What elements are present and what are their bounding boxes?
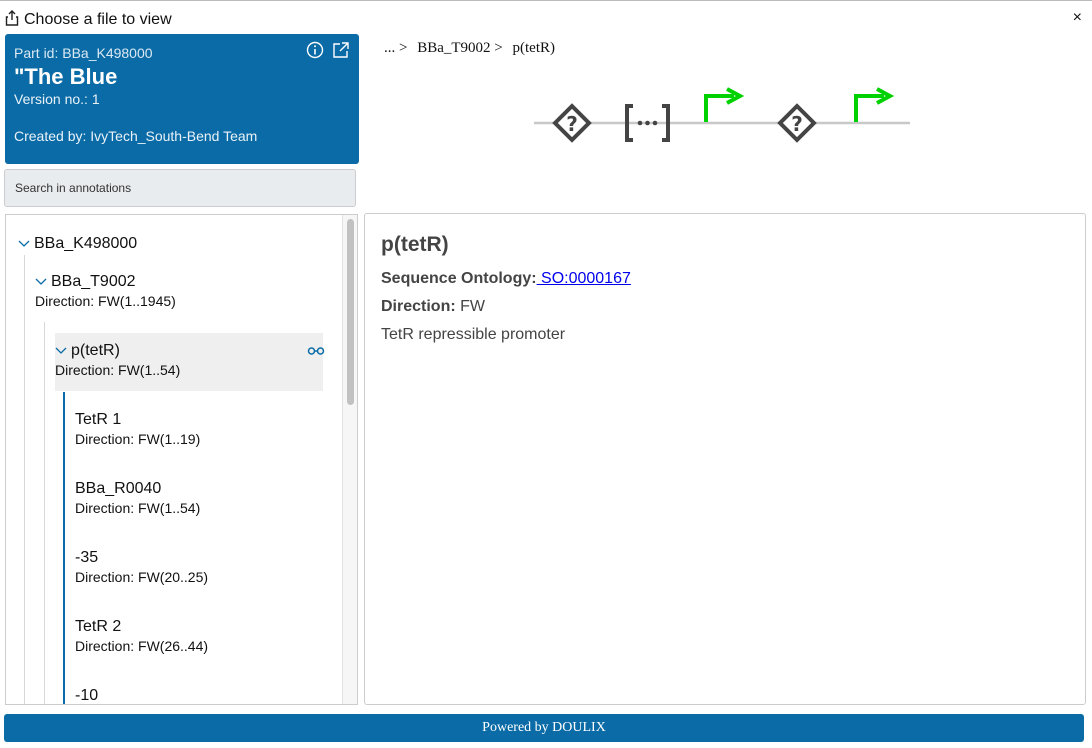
breadcrumb-item[interactable]: p(tetR) bbox=[513, 40, 556, 56]
promoter-icon[interactable] bbox=[704, 87, 745, 122]
tree-node-selected[interactable]: p(tetR) Direction: FW(1..54) bbox=[55, 342, 180, 378]
share-icon[interactable] bbox=[5, 10, 19, 26]
part-version: Version no.: 1 bbox=[14, 91, 100, 107]
tree-node-child[interactable]: BBa_T9002 Direction: FW(1..1945) bbox=[35, 273, 176, 309]
chevron-down-icon[interactable] bbox=[35, 278, 47, 286]
tree-node-root[interactable]: BBa_K498000 bbox=[18, 235, 137, 253]
tree-subitem[interactable]: TetR 1 Direction: FW(1..19) bbox=[75, 411, 200, 447]
detail-title: p(tetR) bbox=[381, 233, 449, 256]
breadcrumb-item[interactable]: BBa_T9002 > bbox=[417, 40, 503, 56]
detail-panel: p(tetR) Sequence Ontology: SO:0000167 Di… bbox=[364, 213, 1086, 705]
part-id: Part id: BBa_K498000 bbox=[14, 45, 153, 61]
glasses-icon[interactable] bbox=[307, 346, 325, 356]
part-created-by: Created by: IvyTech_South-Bend Team bbox=[14, 128, 258, 144]
part-info-card: Part id: BBa_K498000 "The Blue Version n… bbox=[5, 34, 359, 164]
title-bar: Choose a file to view × bbox=[0, 0, 1092, 33]
window-title: Choose a file to view bbox=[24, 11, 172, 28]
detail-ontology: Sequence Ontology: SO:0000167 bbox=[381, 270, 631, 287]
tree-subitem[interactable]: -35 Direction: FW(20..25) bbox=[75, 549, 208, 585]
chevron-down-icon[interactable] bbox=[18, 240, 30, 248]
external-link-icon[interactable] bbox=[332, 41, 350, 59]
unspecified-icon[interactable]: ? bbox=[552, 103, 592, 143]
promoter-icon[interactable] bbox=[854, 87, 895, 122]
chevron-down-icon[interactable] bbox=[55, 347, 67, 355]
breadcrumb-item[interactable]: ... > bbox=[384, 40, 407, 56]
footer-text[interactable]: Powered by DOULIX bbox=[482, 720, 606, 735]
detail-direction: Direction: FW bbox=[381, 298, 485, 315]
search-annotations-input[interactable] bbox=[4, 169, 356, 207]
tree-subitem[interactable]: BBa_R0040 Direction: FW(1..54) bbox=[75, 480, 200, 516]
breadcrumb: ... > BBa_T9002 > p(tetR) bbox=[384, 40, 561, 57]
unspecified-icon[interactable]: ? bbox=[777, 103, 817, 143]
detail-description: TetR repressible promoter bbox=[381, 326, 566, 343]
svg-text:?: ? bbox=[566, 112, 578, 136]
scrollbar[interactable] bbox=[342, 215, 357, 704]
svg-text:?: ? bbox=[791, 112, 803, 136]
info-icon[interactable] bbox=[306, 41, 324, 59]
scrollbar-thumb[interactable] bbox=[347, 219, 354, 405]
annotation-tree: BBa_K498000 BBa_T9002 Direction: FW(1..1… bbox=[5, 214, 358, 705]
footer-bar: Powered by DOULIX bbox=[4, 714, 1084, 742]
tree-subitem[interactable]: -10 bbox=[75, 687, 98, 704]
selection-indicator bbox=[63, 392, 65, 704]
part-name: "The Blue bbox=[14, 64, 118, 89]
close-icon[interactable]: × bbox=[1073, 9, 1082, 27]
ontology-link[interactable]: SO:0000167 bbox=[537, 270, 631, 287]
sbol-diagram: ? ? bbox=[534, 87, 910, 143]
tree-subitem[interactable]: TetR 2 Direction: FW(26..44) bbox=[75, 618, 208, 654]
